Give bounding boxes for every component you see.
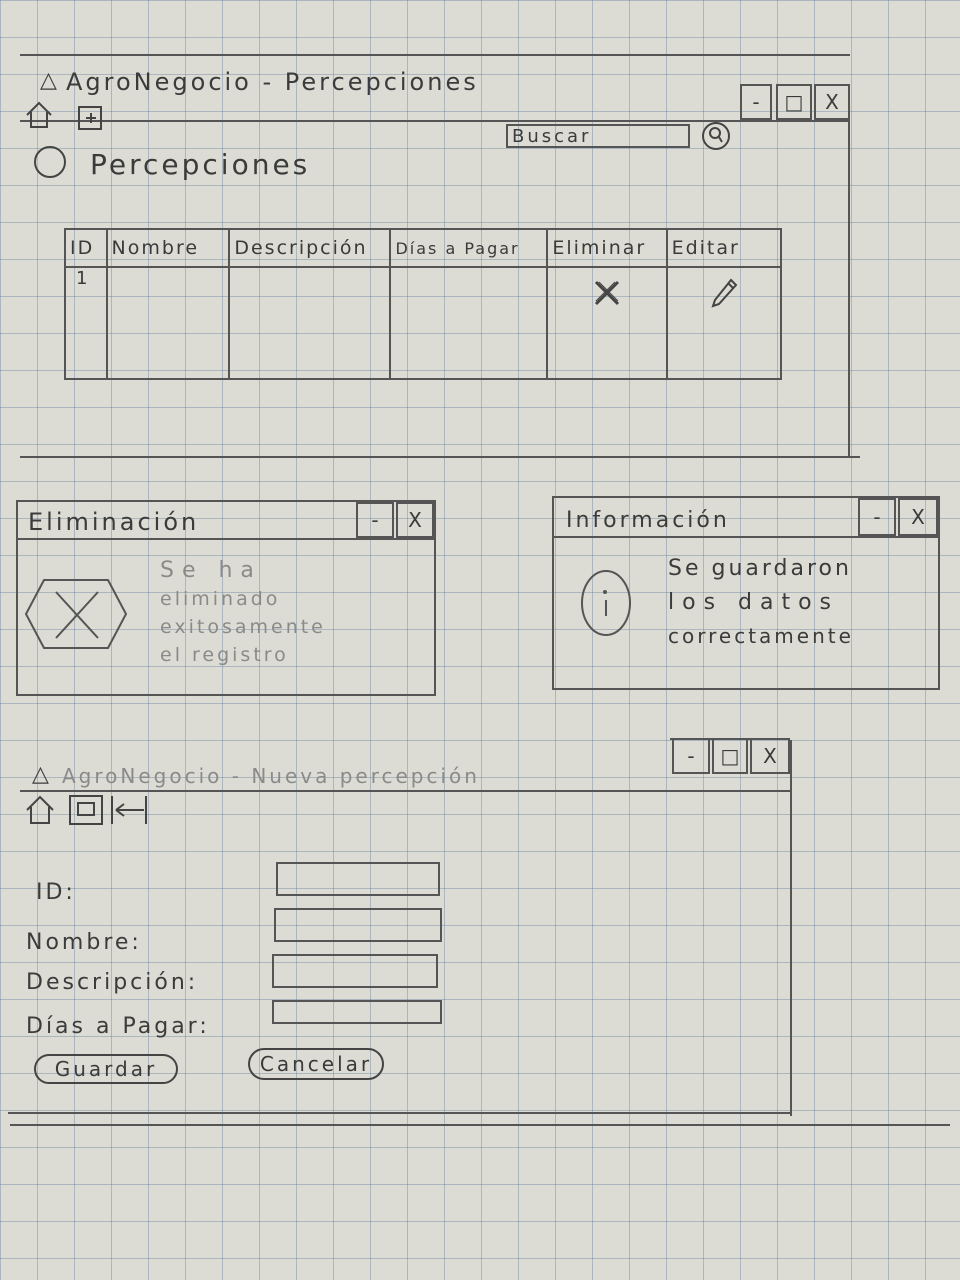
form-window-title: AgroNegocio - Nueva percepción — [62, 764, 480, 788]
delete-message-line: eliminado — [160, 588, 281, 610]
delete-message-line: Se ha — [160, 558, 262, 583]
save-button[interactable]: Guardar — [34, 1054, 178, 1084]
info-message: Se guardaron los datos correctamente — [668, 556, 854, 654]
delete-minimize-button[interactable]: - — [356, 502, 394, 538]
delete-message: Se ha eliminado exitosamente el registro — [160, 558, 326, 672]
error-icon — [24, 579, 128, 649]
window-title: AgroNegocio - Percepciones — [66, 68, 479, 96]
search-input[interactable]: Buscar — [506, 124, 690, 148]
app-logo-icon: △ — [40, 68, 57, 93]
page-icon — [34, 146, 66, 178]
perceptions-table: ID Nombre Descripción Días a Pagar Elimi… — [64, 228, 783, 380]
column-header-dias: Días a Pagar — [389, 228, 549, 268]
delete-message-line: el registro — [160, 644, 289, 666]
info-minimize-button[interactable]: - — [858, 498, 896, 536]
field-label-id: ID: — [36, 880, 76, 905]
info-dialog-title: Información — [566, 508, 730, 533]
info-close-button[interactable]: X — [898, 498, 938, 536]
dias-field[interactable] — [272, 1000, 442, 1024]
cell-nombre — [105, 266, 231, 380]
cancel-button[interactable]: Cancelar — [248, 1048, 384, 1080]
form-minimize-button[interactable]: - — [672, 738, 710, 774]
delete-dialog: Eliminación - X Se ha eliminado exitosam… — [16, 500, 436, 696]
column-header-descripcion: Descripción — [228, 228, 392, 268]
page-title: Percepciones — [90, 148, 311, 181]
info-message-line: los datos — [668, 590, 840, 615]
save-icon[interactable] — [68, 794, 104, 826]
form-app-logo-icon: △ — [32, 762, 49, 787]
field-label-nombre: Nombre: — [26, 930, 142, 955]
id-field[interactable] — [276, 862, 440, 896]
search-icon[interactable] — [700, 120, 732, 152]
cell-id: 1 — [64, 266, 108, 380]
field-label-dias: Días a Pagar: — [26, 1014, 210, 1039]
cell-editar — [665, 266, 783, 380]
form-home-icon[interactable] — [24, 794, 56, 826]
form-maximize-button[interactable]: □ — [712, 738, 748, 774]
delete-dialog-title: Eliminación — [28, 508, 200, 536]
close-button[interactable]: X — [814, 84, 850, 120]
cell-dias — [389, 266, 549, 380]
column-header-nombre: Nombre — [105, 228, 231, 268]
field-label-descripcion: Descripción: — [26, 970, 199, 995]
minimize-button[interactable]: - — [740, 84, 772, 120]
descripcion-field[interactable] — [272, 954, 438, 988]
column-header-id: ID — [64, 228, 108, 268]
column-header-eliminar: Eliminar — [546, 228, 668, 268]
delete-close-button[interactable]: X — [396, 502, 434, 538]
table-row: 1 — [64, 266, 783, 380]
delete-message-line: exitosamente — [160, 616, 326, 638]
back-arrow-icon[interactable] — [108, 794, 152, 826]
nombre-field[interactable] — [274, 908, 442, 942]
delete-icon[interactable] — [590, 276, 624, 310]
home-icon[interactable] — [24, 100, 54, 130]
column-header-editar: Editar — [665, 228, 783, 268]
info-message-line: Se guardaron — [668, 556, 852, 581]
info-icon — [581, 570, 631, 636]
cell-eliminar — [546, 266, 668, 380]
cell-descripcion — [228, 266, 392, 380]
new-record-icon[interactable] — [76, 104, 106, 132]
search-placeholder: Buscar — [512, 125, 592, 147]
edit-pencil-icon[interactable] — [709, 276, 739, 310]
maximize-button[interactable]: □ — [776, 84, 812, 120]
info-dialog: Información - X Se guardaron los datos c… — [552, 496, 940, 690]
info-message-line: correctamente — [668, 624, 854, 648]
form-close-button[interactable]: X — [750, 738, 790, 774]
